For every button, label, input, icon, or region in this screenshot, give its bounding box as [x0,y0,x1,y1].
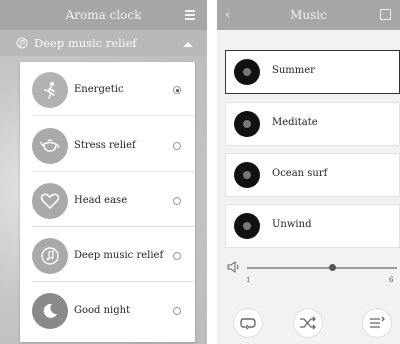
playlist-icon [370,316,385,328]
edit-icon[interactable] [380,9,391,20]
menu-item-good-night[interactable]: Good night [20,283,195,337]
caret-up-icon[interactable] [183,42,193,47]
music-screen: ‹ Music Summer Meditate Ocean surf Unwin… [217,0,400,344]
shuffle-button[interactable] [293,308,323,338]
volume-max-label: 6 [389,276,394,284]
mode-menu: Energetic Stress relief Head ease Deep m… [20,62,195,342]
moon-icon [32,293,68,329]
playlist-button[interactable] [362,308,392,338]
repeat-icon [240,318,256,330]
menu-item-deep-music-relief[interactable]: Deep music relief [20,228,195,282]
radio-button[interactable] [173,307,181,315]
volume-slider[interactable] [247,267,397,269]
page-title: Music [290,8,327,22]
repeat-button[interactable] [233,308,263,338]
radio-button[interactable] [173,142,181,150]
aroma-clock-screen: Aroma clock Deep music relief Energetic [0,0,207,344]
runner-icon [32,72,68,108]
heart-icon [32,183,68,219]
page-title: Aroma clock [65,8,142,22]
disc-icon [234,111,260,137]
track-item-meditate[interactable]: Meditate [225,102,400,146]
track-name: Summer [272,65,315,76]
current-mode-label: Deep music relief [34,36,137,50]
volume-slider-handle[interactable] [329,264,336,271]
speaker-icon[interactable] [227,261,241,273]
menu-item-label: Energetic [74,84,124,95]
track-name: Unwind [272,219,312,230]
teapot-icon [32,128,68,164]
disc-icon [234,213,260,239]
track-item-ocean-surf[interactable]: Ocean surf [225,153,400,197]
menu-item-head-ease[interactable]: Head ease [20,173,195,227]
menu-item-energetic[interactable]: Energetic [20,62,195,116]
menu-item-label: Good night [74,305,131,316]
menu-item-label: Deep music relief [74,250,164,261]
track-name: Meditate [272,117,318,128]
disc-icon [234,59,260,85]
music-note-icon [32,238,68,274]
menu-item-stress-relief[interactable]: Stress relief [20,118,195,172]
menu-icon[interactable] [185,10,195,20]
menu-item-label: Stress relief [74,140,136,151]
volume-min-label: 1 [246,276,251,284]
menu-item-label: Head ease [74,195,128,206]
music-note-small-icon [16,37,28,49]
track-item-summer[interactable]: Summer [225,50,400,94]
radio-button[interactable] [173,86,181,94]
disc-icon [234,162,260,188]
track-name: Ocean surf [272,168,328,179]
radio-button[interactable] [173,252,181,260]
track-item-unwind[interactable]: Unwind [225,204,400,248]
shuffle-icon [300,316,316,330]
radio-button[interactable] [173,197,181,205]
